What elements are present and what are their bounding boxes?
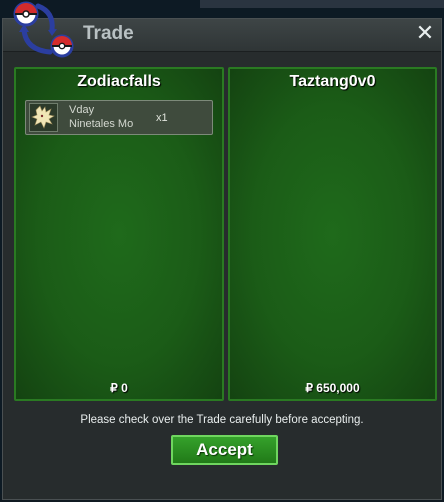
close-icon[interactable]: ✕ [413, 21, 437, 47]
right-player-name: Taztang0v0 [289, 73, 376, 90]
item-name-line2: Ninetales Mo [69, 118, 134, 130]
trade-item[interactable]: Vday Ninetales Mo x1 [25, 100, 213, 135]
pokeball-logo-icon [13, 1, 74, 58]
left-money-offer: ₽ 0 [110, 381, 128, 395]
ninetales-sprite-icon [29, 103, 58, 132]
right-money-offer: ₽ 650,000 [305, 381, 360, 395]
item-name-line1: Vday [69, 104, 95, 116]
window-title: Trade [83, 23, 134, 44]
trade-window: Trade ✕ Zodiacfalls Vday Ninetales Mo x1… [2, 18, 442, 500]
background-strip-top [200, 0, 444, 8]
item-quantity: x1 [156, 112, 168, 124]
left-trade-panel: Zodiacfalls Vday Ninetales Mo x1 ₽ 0 [14, 67, 224, 401]
accept-button[interactable]: Accept [171, 435, 278, 465]
right-trade-panel: Taztang0v0 ₽ 650,000 [228, 67, 437, 401]
left-player-name: Zodiacfalls [77, 73, 161, 90]
trade-notice: Please check over the Trade carefully be… [80, 414, 364, 426]
